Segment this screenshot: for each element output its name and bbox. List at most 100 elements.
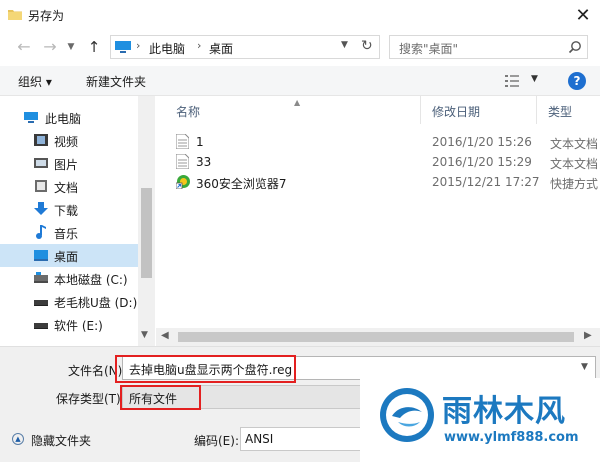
music-icon <box>36 225 46 239</box>
file-type: 文本文档 <box>550 157 599 171</box>
arrow-up-icon: ↑ <box>87 38 101 56</box>
nav-item-videos[interactable]: 视频 <box>0 129 138 152</box>
nav-item-label: 软件 (E:) <box>54 319 103 333</box>
horizontal-scrollbar[interactable]: ◀ ▶ <box>156 328 600 346</box>
breadcrumb-desktop[interactable]: 桌面 <box>209 40 233 57</box>
hide-folders-label: 隐藏文件夹 <box>31 434 92 448</box>
address-bar[interactable]: › 此电脑 › 桌面 ▼ ↻ <box>110 35 380 59</box>
column-header-date[interactable]: 修改日期 <box>432 103 480 120</box>
nav-item-label: 桌面 <box>54 250 79 264</box>
file-date: 2015/12/21 17:27 <box>432 175 540 189</box>
title-bar: 另存为 ✕ <box>0 0 600 30</box>
folder-icon <box>8 10 22 20</box>
nav-item-this-pc[interactable]: 此电脑 <box>0 106 138 129</box>
change-view-button[interactable]: ▼ <box>505 72 545 90</box>
new-folder-button[interactable]: 新建文件夹 <box>86 73 146 90</box>
forward-button[interactable]: → <box>40 37 60 57</box>
file-type: 文本文档 <box>550 137 599 151</box>
text-file-icon <box>176 154 189 169</box>
nav-item-drive-c[interactable]: 本地磁盘 (C:) <box>0 267 138 290</box>
table-row[interactable]: 1 2016/1/20 15:26 文本文档 <box>172 132 600 152</box>
chevron-down-icon[interactable]: ▼ <box>581 362 588 372</box>
breadcrumb-this-pc[interactable]: 此电脑 <box>149 40 185 57</box>
file-name: 1 <box>196 135 204 149</box>
download-icon <box>34 202 48 215</box>
view-list-icon <box>505 75 519 87</box>
search-input[interactable]: 搜索"桌面" <box>389 35 588 59</box>
column-divider[interactable] <box>536 96 537 124</box>
drive-icon <box>34 323 48 329</box>
filetype-label: 保存类型(T): <box>56 392 125 406</box>
nav-item-label: 图片 <box>54 158 79 172</box>
recent-locations-button[interactable]: ▼ <box>64 37 78 57</box>
arrow-left-icon: ← <box>17 37 31 56</box>
search-placeholder: 搜索"桌面" <box>399 42 459 56</box>
arrow-right-icon: → <box>43 37 57 56</box>
nav-item-documents[interactable]: 文档 <box>0 175 138 198</box>
nav-item-music[interactable]: 音乐 <box>0 221 138 244</box>
back-button[interactable]: ← <box>14 37 34 57</box>
nav-item-label: 此电脑 <box>45 112 82 126</box>
file-date: 2016/1/20 15:29 <box>432 155 532 169</box>
shortcut-icon <box>176 175 190 189</box>
watermark: 雨林木风 www.ylmf888.com <box>360 378 600 462</box>
nav-item-drive-d[interactable]: 老毛桃U盘 (D:) <box>0 290 138 313</box>
watermark-url: www.ylmf888.com <box>444 430 579 445</box>
chevron-down-icon: ▼ <box>67 42 75 52</box>
window-title: 另存为 <box>28 9 65 23</box>
drive-icon <box>34 272 48 283</box>
help-icon[interactable]: ? <box>568 72 586 90</box>
file-list: 名称 ▲ 修改日期 类型 1 2016/1/20 15:26 文本文档 33 2… <box>156 96 600 346</box>
breadcrumb-separator: › <box>197 39 202 52</box>
encoding-value: ANSI <box>245 432 274 446</box>
nav-item-label: 老毛桃U盘 (D:) <box>54 296 138 310</box>
organize-button[interactable]: 组织 ▾ <box>18 73 52 90</box>
nav-item-label: 下载 <box>54 204 79 218</box>
chevron-down-icon[interactable]: ▼ <box>341 40 348 50</box>
sort-arrow-icon: ▲ <box>294 98 301 107</box>
refresh-icon[interactable]: ↻ <box>361 38 373 54</box>
watermark-logo-icon <box>380 388 434 442</box>
video-icon <box>34 134 48 146</box>
column-header-name[interactable]: 名称 <box>176 103 200 120</box>
nav-item-desktop[interactable]: 桌面 <box>0 244 138 267</box>
nav-item-downloads[interactable]: 下载 <box>0 198 138 221</box>
close-button[interactable]: ✕ <box>566 0 600 30</box>
file-name: 33 <box>196 155 212 169</box>
file-date: 2016/1/20 15:26 <box>432 135 532 149</box>
chevron-up-icon: ▲ <box>12 433 24 445</box>
chevron-right-icon[interactable]: ▶ <box>584 330 592 341</box>
column-header-type[interactable]: 类型 <box>548 103 572 120</box>
chevron-left-icon[interactable]: ◀ <box>161 330 169 341</box>
up-button[interactable]: ↑ <box>84 37 104 57</box>
scrollbar-thumb[interactable] <box>178 332 574 342</box>
nav-item-label: 音乐 <box>54 227 79 241</box>
scrollbar-thumb[interactable] <box>141 188 152 278</box>
filetype-annotation-box <box>120 385 201 410</box>
table-row[interactable]: 360安全浏览器7 2015/12/21 17:27 快捷方式 <box>172 172 600 192</box>
navigation-pane: 此电脑 视频 图片 文档 下载 音乐 桌面 本地磁盘 (C:) 老毛桃U盘 (D… <box>0 96 155 346</box>
filename-annotation-box <box>115 355 296 383</box>
drive-icon <box>34 300 48 306</box>
nav-item-drive-e[interactable]: 软件 (E:) <box>0 313 138 336</box>
chevron-down-icon[interactable]: ▼ <box>141 330 148 340</box>
watermark-title: 雨林木风 <box>442 394 566 429</box>
text-file-icon <box>176 134 189 149</box>
picture-icon <box>34 158 48 168</box>
toolbar: 组织 ▾ 新建文件夹 ▼ ? <box>0 66 600 96</box>
computer-icon <box>24 112 38 123</box>
nav-item-pictures[interactable]: 图片 <box>0 152 138 175</box>
column-divider[interactable] <box>420 96 421 124</box>
nav-item-label: 视频 <box>54 135 79 149</box>
file-type: 快捷方式 <box>550 177 599 191</box>
nav-item-label: 文档 <box>54 181 79 195</box>
desktop-icon <box>34 250 48 261</box>
table-row[interactable]: 33 2016/1/20 15:29 文本文档 <box>172 152 600 172</box>
close-icon: ✕ <box>575 4 591 26</box>
search-icon <box>568 41 581 54</box>
navigation-scrollbar[interactable]: ▼ <box>138 96 155 346</box>
document-icon <box>35 180 47 192</box>
chevron-down-icon: ▼ <box>531 74 538 84</box>
breadcrumb-separator: › <box>136 39 141 52</box>
file-name: 360安全浏览器7 <box>196 177 287 191</box>
